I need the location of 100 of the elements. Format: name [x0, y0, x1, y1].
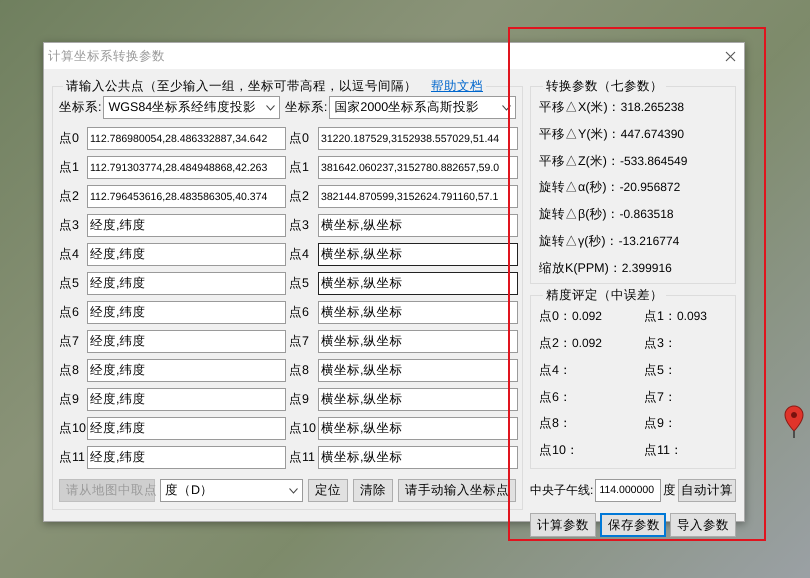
param-label: 缩放K(PPM)： [539, 260, 622, 277]
point-label: 点6 [288, 304, 310, 322]
point-label: 点0 [288, 130, 310, 148]
coordinate-field[interactable]: 382144.870599,3152624.791160,57.1 [318, 185, 518, 208]
window-title: 计算坐标系转换参数 [48, 48, 165, 65]
point-label: 点5 [59, 275, 80, 292]
param-value: 318.265238 [620, 99, 684, 116]
coordinate-field[interactable]: 横坐标,纵坐标 [318, 359, 518, 382]
unit-label: 度 [663, 482, 676, 499]
coordinate-field[interactable]: 经度,纬度 [87, 417, 286, 440]
meridian-field[interactable]: 114.000000 [595, 478, 661, 502]
map-pin-icon [784, 405, 804, 439]
point-label: 点11： [644, 442, 683, 459]
coordinate-field[interactable]: 经度,纬度 [87, 301, 286, 324]
coordinate-field[interactable]: 横坐标,纵坐标 [318, 214, 518, 237]
point-label: 点4 [59, 246, 80, 264]
param-value: -0.863518 [620, 206, 674, 223]
coordinate-field[interactable]: 经度,纬度 [87, 446, 286, 469]
point-label: 点11 [288, 449, 316, 466]
param-value: 2.399916 [622, 260, 672, 276]
caret-icon [502, 104, 511, 110]
field-label: 坐标系: [284, 99, 328, 116]
action-button[interactable]: 计算参数 [530, 512, 596, 537]
group-title: 请输入公共点（至少输入一组，坐标可带高程，以逗号间隔） [66, 79, 417, 94]
point-label: 点7： [644, 388, 677, 406]
error-value: 0.092 [572, 308, 602, 326]
param-value: 447.674390 [620, 126, 684, 143]
coordinate-field[interactable]: 横坐标,纵坐标 [318, 301, 518, 324]
point-label: 点2 [59, 188, 80, 206]
coordinate-field[interactable]: 横坐标,纵坐标 [318, 243, 518, 266]
point-label: 点4 [288, 246, 310, 264]
caret-icon [289, 488, 298, 494]
param-value: -533.864549 [620, 152, 688, 170]
unit-dropdown[interactable]: 度（D） [160, 479, 303, 502]
point-label: 点1 [59, 159, 80, 176]
param-label: 旋转△β(秒)： [539, 206, 620, 223]
point-label: 点0 [59, 130, 80, 148]
coordinate-field[interactable]: 经度,纬度 [87, 214, 286, 237]
point-label: 点9 [59, 391, 80, 408]
coordinate-field[interactable]: 经度,纬度 [87, 330, 286, 353]
close-icon[interactable] [725, 50, 736, 62]
coordinate-field[interactable]: 31220.187529,3152938.557029,51.44 [318, 127, 518, 150]
point-label: 点9： [644, 415, 677, 432]
auto-calculate-button[interactable]: 自动计算 [678, 478, 736, 502]
param-label: 旋转△γ(秒)： [539, 232, 619, 250]
point-label: 点0： [539, 308, 572, 326]
coordinate-field[interactable]: 横坐标,纵坐标 [318, 388, 518, 411]
coordinate-field[interactable]: 横坐标,纵坐标 [318, 272, 518, 295]
param-label: 平移△Z(米)： [539, 152, 620, 170]
param-label: 平移△Y(米)： [539, 126, 621, 143]
error-value: 0.092 [572, 335, 602, 352]
field-label: 中央子午线: [530, 482, 594, 500]
point-label: 点3 [59, 217, 80, 234]
param-label: 旋转△α(秒)： [539, 179, 620, 196]
point-label: 点5 [288, 275, 310, 292]
point-label: 点8： [539, 415, 572, 432]
point-label: 点1 [288, 159, 310, 176]
toolbar-button[interactable]: 请手动输入坐标点 [398, 479, 516, 502]
point-label: 点10： [539, 442, 579, 459]
coordinate-field[interactable]: 横坐标,纵坐标 [318, 330, 518, 353]
caret-icon [266, 104, 275, 110]
point-label: 点1： [644, 308, 677, 326]
point-label: 点2： [539, 335, 572, 352]
param-label: 平移△X(米)： [539, 99, 621, 116]
point-label: 点8 [288, 362, 310, 380]
coordinate-field[interactable]: 经度,纬度 [87, 359, 286, 382]
coordinate-field[interactable]: 381642.060237,3152780.882657,59.0 [318, 156, 518, 179]
param-value: -20.956872 [620, 179, 680, 196]
coordinate-field[interactable]: 横坐标,纵坐标 [318, 417, 518, 440]
point-label: 点7 [288, 333, 310, 350]
group-title: 转换参数（七参数） [546, 79, 663, 94]
point-label: 点10 [288, 420, 317, 438]
action-button[interactable]: 导入参数 [670, 512, 736, 537]
toolbar-button[interactable]: 清除 [353, 479, 393, 502]
point-label: 点3 [288, 217, 310, 234]
point-label: 点5： [644, 362, 677, 379]
coordinate-field[interactable]: 经度,纬度 [87, 243, 286, 266]
point-label: 点8 [59, 362, 80, 380]
coordinate-field[interactable]: 112.791303774,28.484948868,42.263 [87, 156, 286, 179]
point-label: 点2 [288, 188, 310, 206]
coordinate-field[interactable]: 经度,纬度 [87, 388, 286, 411]
error-value: 0.093 [676, 308, 707, 326]
action-button[interactable]: 保存参数 [600, 512, 666, 537]
coordinate-field[interactable]: 横坐标,纵坐标 [318, 446, 518, 469]
point-label: 点6： [539, 388, 572, 406]
field-label: 坐标系: [59, 99, 102, 116]
target-dropdown[interactable]: 国家2000坐标系高斯投影 [329, 96, 516, 119]
help-link[interactable]: 帮助文档 [431, 79, 483, 94]
coordinate-field[interactable]: 112.786980054,28.486332887,34.642 [87, 127, 286, 150]
source-dropdown[interactable]: WGS84坐标系经纬度投影 [103, 96, 280, 119]
point-label: 点7 [59, 333, 80, 350]
point-label: 点4： [539, 362, 572, 379]
coordinate-field[interactable]: 经度,纬度 [87, 272, 286, 295]
toolbar-button[interactable]: 定位 [308, 479, 348, 502]
point-label: 点6 [59, 304, 80, 322]
coordinate-field[interactable]: 112.796453616,28.483586305,40.374 [87, 185, 286, 208]
param-value: -13.216774 [618, 232, 680, 250]
point-label: 点10 [59, 420, 87, 438]
group-title: 精度评定（中误差） [546, 288, 663, 304]
point-label: 点9 [288, 391, 310, 408]
